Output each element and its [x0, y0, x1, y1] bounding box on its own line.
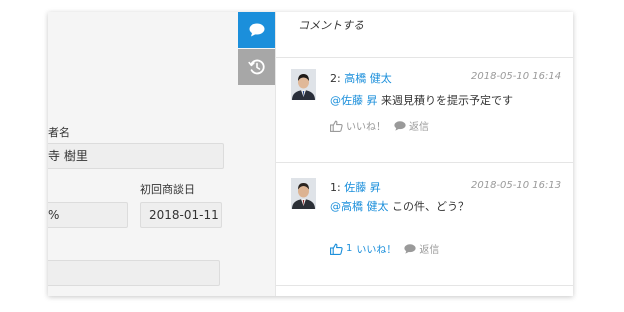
comment-author-link[interactable]: 佐藤 昇: [344, 181, 381, 194]
comment-timestamp: 2018-05-10 16:13: [471, 180, 562, 191]
speech-bubble-icon: [404, 243, 416, 254]
thumbs-up-icon: [330, 243, 343, 255]
comment-post-link[interactable]: コメントする: [298, 17, 364, 33]
side-tab-strip: [238, 12, 275, 296]
reply-label: 返信: [409, 122, 429, 133]
mention-link[interactable]: @佐藤 昇: [330, 94, 378, 107]
comment-author-link[interactable]: 高橋 健太: [344, 72, 392, 85]
text-field[interactable]: [48, 260, 220, 286]
comment-number: 1:: [330, 181, 341, 194]
comment-divider: [276, 162, 573, 163]
like-label: いいね！: [356, 245, 397, 256]
like-button[interactable]: 1 いいね！: [330, 241, 396, 256]
reply-button[interactable]: 返信: [394, 118, 429, 133]
comment-header: 1: 佐藤 昇: [330, 179, 381, 195]
comment-text: 来週見積りを提示予定です: [381, 94, 513, 107]
avatar: [291, 178, 316, 209]
avatar: [291, 69, 316, 100]
like-count: 1: [346, 243, 353, 254]
comment-timestamp: 2018-05-10 16:14: [471, 71, 562, 82]
record-detail-window: 者名 寺 樹里 初回商談日 % 2018-01-11 コメントする 2: 高橋 …: [48, 12, 573, 296]
clock-history-icon: [247, 59, 265, 75]
comment-number: 2:: [330, 72, 341, 85]
record-form: 者名 寺 樹里 初回商談日 % 2018-01-11: [48, 12, 238, 296]
comment-actions: 1 いいね！ 返信: [330, 241, 439, 256]
thumbs-up-icon: [330, 120, 343, 132]
reply-label: 返信: [419, 245, 440, 256]
mention-link[interactable]: @高橋 健太: [330, 200, 389, 213]
comment-divider: [276, 285, 573, 286]
speech-bubble-icon: [249, 23, 264, 37]
comment-header: 2: 高橋 健太: [330, 70, 392, 86]
tab-comments[interactable]: [238, 12, 275, 48]
panel-divider: [276, 57, 573, 58]
first-meeting-date-field[interactable]: 2018-01-11: [140, 202, 222, 228]
reply-button[interactable]: 返信: [404, 241, 439, 256]
like-button[interactable]: いいね！: [330, 118, 386, 133]
comment-actions: いいね！ 返信: [330, 118, 429, 133]
speech-bubble-icon: [394, 120, 406, 131]
first-meeting-date-value: 2018-01-11: [149, 208, 219, 222]
percentage-value: %: [48, 208, 60, 222]
comment-panel: コメントする 2: 高橋 健太 2018-05-10 16:14 @佐藤 昇 来…: [275, 12, 573, 296]
comment-text: この件、どう？: [392, 200, 469, 213]
percentage-field[interactable]: %: [48, 202, 128, 228]
person-name-field[interactable]: 寺 樹里: [48, 143, 224, 169]
field-label-person: 者名: [48, 126, 70, 139]
person-name-value: 寺 樹里: [48, 149, 88, 163]
like-label: いいね！: [346, 122, 386, 133]
field-label-first-meeting: 初回商談日: [140, 183, 195, 196]
comment-body: @高橋 健太 この件、どう？: [330, 198, 469, 214]
comment-body: @佐藤 昇 来週見積りを提示予定です: [330, 92, 513, 108]
tab-history[interactable]: [238, 49, 275, 85]
